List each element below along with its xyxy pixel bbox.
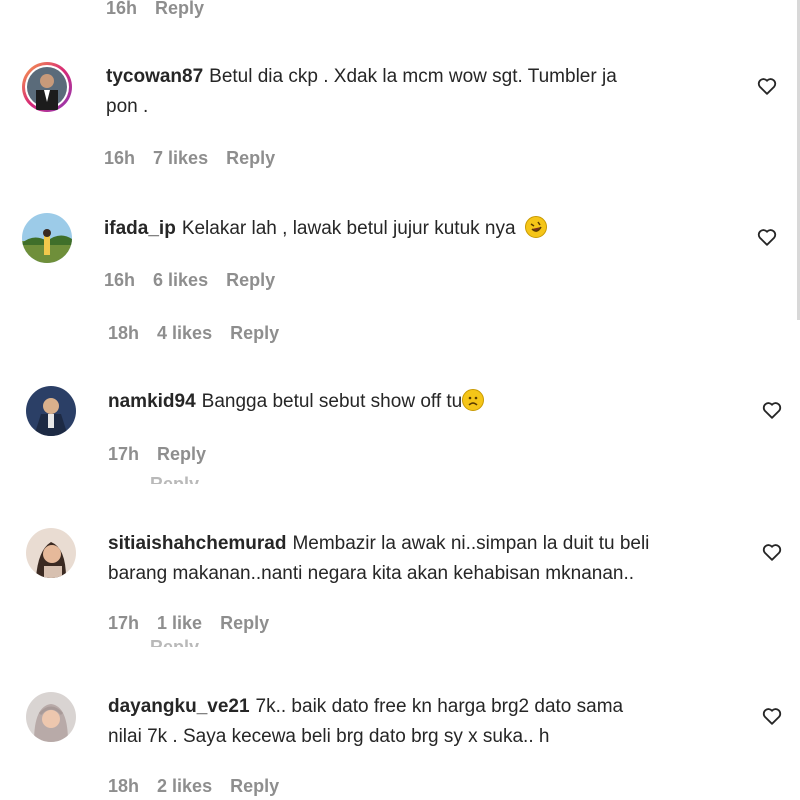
comment-text: 7k.. baik dato free kn harga brg2 dato s… (255, 696, 624, 717)
reply-button[interactable]: Reply (155, 0, 204, 18)
disappointed-face-emoji (462, 389, 485, 411)
comment-username[interactable]: sitiaishahchemurad (108, 533, 286, 554)
comment-time: 17h (108, 613, 140, 633)
comment-username[interactable]: namkid94 (108, 391, 196, 412)
comment-username[interactable]: dayangku_ve21 (108, 696, 250, 717)
like-count[interactable]: 4 likes (157, 323, 212, 343)
comment-meta: 16h Reply (106, 0, 204, 19)
comment-text: Membazir la awak ni..simpan la duit tu b… (292, 533, 650, 554)
avatar[interactable] (26, 386, 76, 436)
reply-button[interactable]: Reply (157, 444, 206, 464)
comment-meta: 17h 1 like Reply (108, 613, 269, 634)
rolling-laughing-emoji (524, 216, 547, 238)
like-count[interactable]: 7 likes (153, 148, 208, 168)
comment-time: 17h (108, 444, 140, 464)
heart-outline-icon[interactable] (761, 705, 783, 727)
avatar[interactable] (26, 692, 76, 742)
reply-button[interactable]: Reply (220, 613, 269, 633)
avatar[interactable] (22, 62, 72, 112)
comment-meta: 17h Reply (108, 444, 206, 465)
like-count[interactable]: 1 like (157, 613, 202, 633)
comment-text: Bangga betul sebut show off tu (201, 391, 463, 412)
comment-username[interactable]: tycowan87 (106, 66, 203, 87)
comment-time: 18h (108, 776, 140, 796)
cropped-text-fragment: Reply (150, 475, 199, 484)
heart-outline-icon[interactable] (761, 399, 783, 421)
reply-button[interactable]: Reply (230, 776, 279, 796)
comment-meta: 18h 2 likes Reply (108, 776, 279, 797)
comment-time: 18h (108, 323, 140, 343)
avatar[interactable] (22, 213, 72, 263)
comment-text-continued: nilai 7k . Saya kecewa beli brg dato brg… (108, 726, 550, 747)
comment-text-continued: barang makanan..nanti negara kita akan k… (108, 563, 635, 584)
reply-button[interactable]: Reply (230, 323, 279, 343)
comment-body: dayangku_ve21 7k.. baik dato free kn harg… (108, 692, 748, 752)
avatar[interactable] (26, 528, 76, 578)
comment-text: Kelakar lah , lawak betul jujur kutuk ny… (181, 218, 516, 239)
reply-button[interactable]: Reply (226, 148, 275, 168)
comment-text-continued: pon . (106, 96, 149, 117)
reply-button[interactable]: Reply (226, 270, 275, 290)
comment-meta: 16h 7 likes Reply (104, 148, 275, 169)
heart-outline-icon[interactable] (756, 226, 778, 248)
comment-time: 16h (106, 0, 138, 18)
like-count[interactable]: 2 likes (157, 776, 212, 796)
heart-outline-icon[interactable] (756, 75, 778, 97)
heart-outline-icon[interactable] (761, 541, 783, 563)
cropped-text-fragment: Reply (150, 638, 199, 647)
comment-body: namkid94 Bangga betul sebut show off tu (108, 387, 708, 417)
comment-meta: 16h 6 likes Reply (104, 270, 275, 291)
comment-text: Betul dia ckp . Xdak la mcm wow sgt. Tum… (209, 66, 617, 87)
comment-time: 16h (104, 270, 136, 290)
comment-body: tycowan87 Betul dia ckp . Xdak la mcm wow… (106, 62, 706, 122)
comment-body: sitiaishahchemurad Membazir la awak ni..s… (108, 529, 748, 589)
comment-body: ifada_ip Kelakar lah , lawak betul jujur … (104, 214, 724, 244)
like-count[interactable]: 6 likes (153, 270, 208, 290)
comment-time: 16h (104, 148, 136, 168)
comment-username[interactable]: ifada_ip (104, 218, 176, 239)
comment-meta: 18h 4 likes Reply (108, 323, 279, 344)
